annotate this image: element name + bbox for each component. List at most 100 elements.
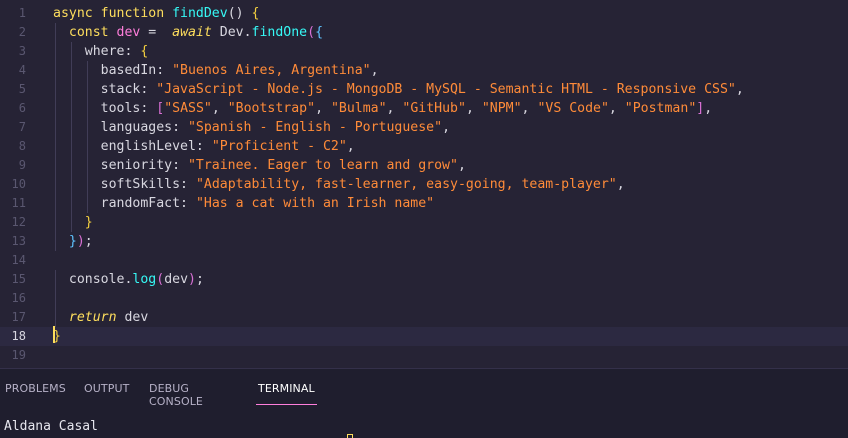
code-line[interactable]: 13 }); <box>0 232 848 251</box>
line-number: 13 <box>11 234 26 248</box>
code-token: , <box>616 177 625 192</box>
code-token: "SASS" <box>164 101 212 116</box>
code-token: "Adaptability, fast-learner, easy-going,… <box>195 177 617 192</box>
code-token: , <box>386 101 403 116</box>
code-token: , <box>608 101 625 116</box>
code-text: seniority: "Trainee. Eager to learn and … <box>53 156 466 175</box>
line-number: 3 <box>18 44 26 58</box>
line-number: 18 <box>11 329 26 343</box>
code-token: , <box>315 101 331 116</box>
code-token: : <box>172 158 188 173</box>
line-number: 2 <box>18 25 26 39</box>
code-line[interactable]: 7 languages: "Spanish - English - Portug… <box>0 118 848 137</box>
code-token: ) <box>76 234 85 249</box>
code-token: dev <box>116 25 141 40</box>
code-token: , <box>442 120 451 135</box>
code-token: , <box>457 158 466 173</box>
code-token: , <box>370 63 379 78</box>
code-token: ) <box>188 272 196 287</box>
code-token: softSkills <box>53 177 181 192</box>
code-token: , <box>346 139 355 154</box>
tab-problems[interactable]: PROBLEMS <box>5 382 66 395</box>
line-number: 12 <box>11 215 26 229</box>
code-text: softSkills: "Adaptability, fast-learner,… <box>53 175 625 194</box>
code-line[interactable]: 17 return dev <box>0 308 848 327</box>
tab-output[interactable]: OUTPUT <box>84 382 129 395</box>
code-line[interactable]: 2 const dev = await Dev.findOne({ <box>0 23 848 42</box>
code-line[interactable]: 19 <box>0 346 848 365</box>
code-token: "Buenos Aires, Argentina" <box>172 63 371 78</box>
code-line[interactable]: 15 console.log(dev); <box>0 270 848 289</box>
code-line[interactable]: 10 softSkills: "Adaptability, fast-learn… <box>0 175 848 194</box>
code-line[interactable]: 11 randomFact: "Has a cat with an Irish … <box>0 194 848 213</box>
code-token: randomFact <box>53 196 181 211</box>
code-token: { <box>315 25 324 40</box>
code-token: , <box>521 101 538 116</box>
line-number: 17 <box>11 310 26 324</box>
code-token: = <box>140 25 173 40</box>
code-token: , <box>465 101 482 116</box>
line-number: 6 <box>18 101 26 115</box>
terminal-cursor-icon <box>347 434 353 438</box>
tab-terminal[interactable]: TERMINAL <box>256 382 317 405</box>
code-token: languages <box>53 120 173 135</box>
code-token: Dev <box>219 25 244 40</box>
code-token: "Has a cat with an Irish name" <box>195 196 435 211</box>
line-number: 7 <box>18 120 26 134</box>
line-number: 1 <box>18 6 26 20</box>
code-token: () <box>227 6 252 21</box>
line-number: 11 <box>11 196 26 210</box>
code-token: "Bulma" <box>330 101 387 116</box>
code-line[interactable]: 16 <box>0 289 848 308</box>
code-token: . <box>243 25 252 40</box>
code-editor[interactable]: 1 async function findDev() {2 const dev =… <box>0 0 848 368</box>
bottom-panel: PROBLEMS OUTPUT DEBUG CONSOLE TERMINAL A… <box>0 368 848 438</box>
code-line[interactable]: 1 async function findDev() { <box>0 4 848 23</box>
code-line[interactable]: 18} <box>0 327 848 346</box>
code-token: "Postman" <box>624 101 697 116</box>
code-token: return <box>53 310 125 325</box>
code-token: ; <box>84 234 93 249</box>
text-cursor <box>53 326 55 343</box>
code-token: "Spanish - English - Portuguese" <box>187 120 443 135</box>
code-text: englishLevel: "Proficient - C2", <box>53 137 355 156</box>
code-text: const dev = await Dev.findOne({ <box>53 23 323 42</box>
code-text: tools: ["SASS", "Bootstrap", "Bulma", "G… <box>53 99 713 118</box>
code-line[interactable]: 4 basedIn: "Buenos Aires, Argentina", <box>0 61 848 80</box>
code-token: ( <box>156 272 165 287</box>
code-line[interactable]: 14 <box>0 251 848 270</box>
code-token: "VS Code" <box>537 101 609 116</box>
code-token: } <box>53 215 93 230</box>
tab-debug-console[interactable]: DEBUG CONSOLE <box>149 382 203 408</box>
code-line[interactable]: 9 seniority: "Trainee. Eager to learn an… <box>0 156 848 175</box>
line-number: 19 <box>11 348 26 362</box>
code-token: stack <box>53 82 141 97</box>
code-token: log <box>132 272 157 287</box>
code-text: where: { <box>53 42 149 61</box>
code-token: "Bootstrap" <box>227 101 316 116</box>
code-line[interactable]: 5 stack: "JavaScript - Node.js - MongoDB… <box>0 80 848 99</box>
code-line[interactable]: 12 } <box>0 213 848 232</box>
code-line[interactable]: 8 englishLevel: "Proficient - C2", <box>0 137 848 156</box>
code-token: "Trainee. Eager to learn and grow" <box>187 158 458 173</box>
code-token: basedIn <box>53 63 157 78</box>
code-token: , <box>211 101 228 116</box>
code-line[interactable]: 6 tools: ["SASS", "Bootstrap", "Bulma", … <box>0 99 848 118</box>
code-token: { <box>251 6 260 21</box>
code-token: async <box>53 6 101 21</box>
code-token: where <box>53 44 125 59</box>
code-token: ; <box>195 272 204 287</box>
code-token: : <box>172 120 188 135</box>
code-token: tools <box>53 101 141 116</box>
code-text: basedIn: "Buenos Aires, Argentina", <box>53 61 379 80</box>
code-token: englishLevel <box>53 139 196 154</box>
code-token: : <box>140 82 157 97</box>
code-text: }); <box>53 232 93 251</box>
line-number: 5 <box>18 82 26 96</box>
line-number: 10 <box>11 177 26 191</box>
code-token: } <box>53 234 77 249</box>
code-text: languages: "Spanish - English - Portugue… <box>53 118 450 137</box>
code-token: await <box>172 25 220 40</box>
code-token: "Proficient - C2" <box>211 139 347 154</box>
code-line[interactable]: 3 where: { <box>0 42 848 61</box>
